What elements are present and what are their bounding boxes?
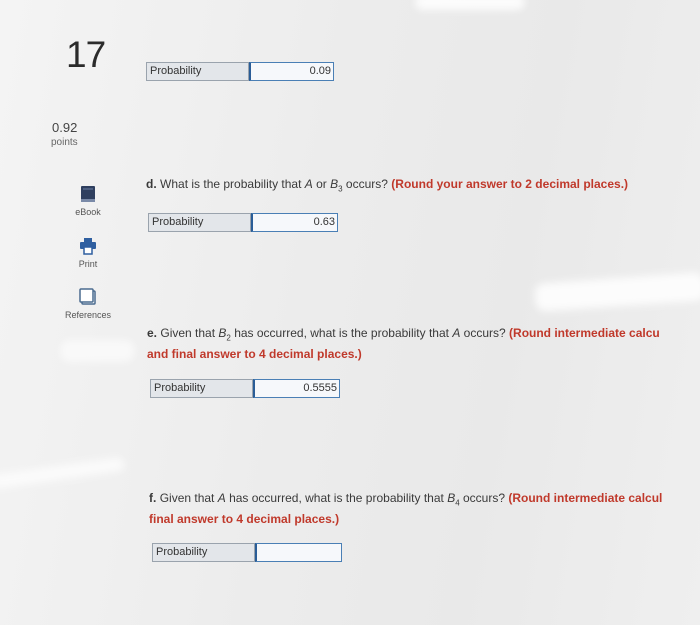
answer-row-f: Probability: [152, 543, 342, 562]
question-f-prompt: f. Given that A has occurred, what is th…: [149, 491, 663, 527]
rounding-hint: (Round your answer to 2 decimal places.): [391, 177, 629, 191]
screen-glare: [534, 272, 700, 312]
screen-glare: [415, 0, 525, 10]
ebook-label: eBook: [75, 207, 101, 217]
probability-input-c[interactable]: 0.09: [249, 62, 334, 81]
probability-label: Probability: [148, 213, 251, 232]
probability-input-e[interactable]: 0.5555: [253, 379, 340, 398]
references-icon: [79, 288, 96, 305]
probability-input-f[interactable]: [255, 543, 342, 562]
rounding-hint-cont: final answer to 4 decimal places.): [149, 512, 340, 527]
ebook-button[interactable]: eBook: [48, 185, 128, 217]
screen-glare: [0, 456, 126, 490]
question-page: 17 0.92 points eBook Print References Pr…: [0, 0, 700, 625]
rounding-hint: (Round intermediate calcu: [509, 326, 660, 340]
part-letter: e.: [147, 326, 158, 340]
question-e-prompt: e. Given that B2 has occurred, what is t…: [147, 326, 660, 362]
probability-label: Probability: [146, 62, 249, 81]
probability-input-d[interactable]: 0.63: [251, 213, 338, 232]
answer-row-c: Probability 0.09: [146, 62, 334, 81]
book-icon: [81, 186, 95, 202]
answer-row-d: Probability 0.63: [148, 213, 338, 232]
probability-label: Probability: [152, 543, 255, 562]
points-value: 0.92: [52, 120, 78, 135]
references-button[interactable]: References: [48, 288, 128, 320]
points-label: points: [51, 137, 78, 148]
question-d-prompt: d. What is the probability that A or B3 …: [146, 177, 629, 194]
part-letter: f.: [149, 491, 157, 505]
printer-icon: [80, 238, 96, 255]
references-label: References: [64, 310, 112, 320]
answer-row-e: Probability 0.5555: [150, 379, 340, 398]
probability-label: Probability: [150, 379, 253, 398]
rounding-hint: (Round intermediate calcul: [508, 491, 663, 505]
screen-glare: [60, 340, 135, 362]
print-button[interactable]: Print: [48, 237, 128, 269]
question-number: 17: [66, 34, 106, 75]
part-letter: d.: [146, 177, 157, 191]
rounding-hint-cont: and final answer to 4 decimal places.): [147, 347, 362, 362]
print-label: Print: [78, 259, 98, 269]
